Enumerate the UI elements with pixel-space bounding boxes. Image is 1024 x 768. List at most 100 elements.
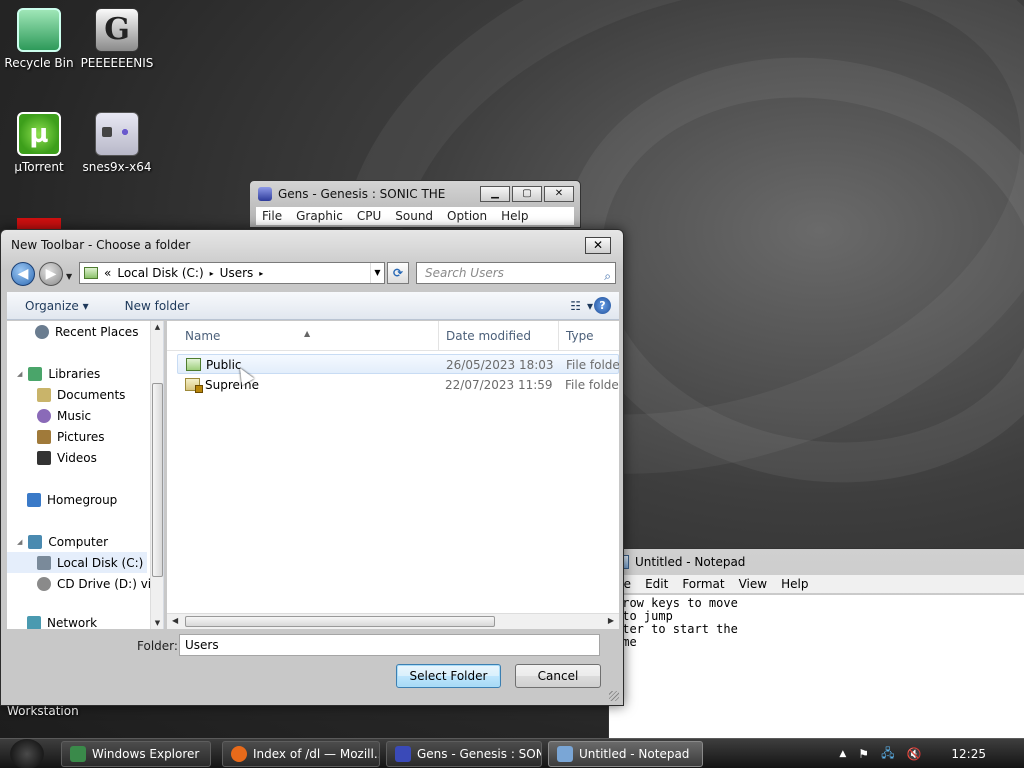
nav-item-libraries[interactable]: ◢ Libraries	[17, 363, 157, 384]
nav-item-cd-drive[interactable]: CD Drive (D:) virt	[37, 573, 163, 594]
notepad-window[interactable]: Untitled - Notepad ile Edit Format View …	[608, 548, 1024, 748]
network-icon[interactable]: 🖧	[881, 744, 894, 765]
column-header-name[interactable]: Name	[185, 329, 220, 343]
homegroup-icon	[27, 492, 41, 507]
notepad-text-area[interactable]: rrow keys to move to jump nter to start …	[609, 595, 1024, 747]
nav-item-music[interactable]: Music	[37, 405, 163, 426]
expand-arrow-icon: ◢	[17, 537, 23, 546]
search-input[interactable]: Search Users ⌕	[416, 262, 616, 284]
help-button[interactable]: ?	[594, 297, 611, 314]
show-hidden-icons-button[interactable]: ▲	[839, 749, 846, 759]
dialog-close-button[interactable]: ✕	[585, 237, 611, 254]
desktop-icon-workstation-label[interactable]: Workstation	[7, 704, 79, 718]
gens-app-icon	[395, 746, 411, 762]
column-divider[interactable]	[438, 321, 439, 351]
notepad-menu-view[interactable]: View	[739, 575, 767, 593]
recent-pages-dropdown[interactable]: ▼	[66, 272, 72, 281]
gens-menu-help[interactable]: Help	[501, 207, 528, 225]
column-header-date-modified[interactable]: Date modified	[446, 329, 531, 343]
scrollbar-thumb[interactable]	[185, 616, 495, 627]
nav-item-videos[interactable]: Videos	[37, 447, 163, 468]
taskbar-item-gens[interactable]: Gens - Genesis : SON...	[386, 741, 542, 767]
address-overflow-chevron[interactable]: «	[104, 266, 111, 280]
scroll-up-icon[interactable]: ▲	[151, 323, 163, 331]
gens-window-controls: ▁ ▢ ✕	[480, 186, 574, 202]
scroll-right-icon[interactable]: ▶	[608, 616, 614, 625]
notepad-menu-format[interactable]: Format	[682, 575, 724, 593]
locked-folder-icon	[185, 378, 203, 393]
column-divider[interactable]	[558, 321, 559, 351]
nav-item-computer[interactable]: ◢ Computer	[17, 531, 157, 552]
organize-button[interactable]: Organize ▾	[7, 299, 107, 313]
resize-grip[interactable]	[609, 691, 619, 701]
nav-item-label: Pictures	[57, 429, 105, 444]
nav-item-label: Local Disk (C:)	[57, 555, 144, 570]
desktop-icon-label: snes9x-x64	[82, 160, 152, 174]
nav-item-label: Documents	[57, 387, 126, 402]
address-separator-icon[interactable]: ▸	[259, 269, 263, 278]
address-crumb-users[interactable]: Users	[220, 266, 254, 280]
address-separator-icon[interactable]: ▸	[210, 269, 214, 278]
desktop-icon-label: PEEEEEENIS	[80, 56, 154, 70]
file-date: 26/05/2023 18:03	[446, 358, 554, 372]
desktop-icon-snes9x[interactable]: snes9x-x64	[78, 112, 156, 174]
taskbar-item-label: Windows Explorer	[92, 747, 200, 761]
folder-content-pane: ▲ Name Date modified Type Public 26/05/2…	[167, 321, 619, 629]
start-button[interactable]	[10, 739, 44, 768]
folder-name-field[interactable]: Users	[179, 634, 600, 656]
volume-muted-icon[interactable]: 🔇	[906, 747, 921, 761]
scroll-down-icon[interactable]: ▼	[151, 619, 163, 627]
gens-menu-cpu[interactable]: CPU	[357, 207, 381, 225]
scroll-left-icon[interactable]: ◀	[172, 616, 178, 625]
gens-title-bar[interactable]: Gens - Genesis : SONIC THE	[258, 187, 445, 201]
desktop-icon-utorrent[interactable]: µ µTorrent	[0, 112, 78, 174]
nav-item-homegroup[interactable]: Homegroup	[27, 489, 163, 510]
scrollbar-thumb[interactable]	[152, 383, 163, 577]
taskbar-item-notepad[interactable]: Untitled - Notepad	[548, 741, 703, 767]
new-folder-button[interactable]: New folder	[107, 299, 208, 313]
taskbar-item-windows-explorer[interactable]: Windows Explorer	[61, 741, 211, 767]
maximize-button[interactable]: ▢	[512, 186, 542, 202]
refresh-button[interactable]: ⟳	[387, 262, 409, 284]
cancel-button[interactable]: Cancel	[515, 664, 601, 688]
desktop-icon-gens[interactable]: G PEEEEEENIS	[78, 8, 156, 70]
minimize-button[interactable]: ▁	[480, 186, 510, 202]
gens-menu-file[interactable]: File	[262, 207, 282, 225]
nav-item-label: Recent Places	[55, 324, 139, 339]
notepad-menu-edit[interactable]: Edit	[645, 575, 668, 593]
desktop-icon-recycle-bin[interactable]: Recycle Bin	[0, 8, 78, 70]
gens-app-icon	[258, 187, 272, 201]
address-dropdown-icon[interactable]: ▼	[370, 263, 384, 283]
column-header-type[interactable]: Type	[566, 329, 594, 343]
forward-button[interactable]: ▶	[39, 262, 63, 286]
nav-pane-scrollbar[interactable]: ▲ ▼	[150, 321, 163, 629]
content-horizontal-scrollbar[interactable]: ◀ ▶	[167, 613, 619, 629]
nav-item-network[interactable]: Network	[27, 612, 163, 630]
arrow-right-icon: ▶	[45, 266, 57, 282]
gens-menu-option[interactable]: Option	[447, 207, 487, 225]
gens-menu-graphic[interactable]: Graphic	[296, 207, 343, 225]
clock[interactable]: 12:25	[951, 747, 986, 761]
nav-item-label: CD Drive (D:) virt	[57, 576, 161, 591]
taskbar-item-firefox[interactable]: Index of /dl — Mozill...	[222, 741, 380, 767]
folder-label: Folder:	[137, 639, 178, 653]
notepad-menu-help[interactable]: Help	[781, 575, 808, 593]
close-button[interactable]: ✕	[544, 186, 574, 202]
gens-menu-sound[interactable]: Sound	[395, 207, 433, 225]
nav-item-label: Network	[47, 615, 98, 630]
nav-item-documents[interactable]: Documents	[37, 384, 163, 405]
nav-item-recent-places[interactable]: Recent Places	[35, 321, 163, 342]
gens-window[interactable]: Gens - Genesis : SONIC THE ▁ ▢ ✕ File Gr…	[249, 180, 581, 228]
nav-item-pictures[interactable]: Pictures	[37, 426, 163, 447]
notepad-title-bar[interactable]: Untitled - Notepad	[615, 555, 745, 569]
address-bar[interactable]: « Local Disk (C:) ▸ Users ▸ ▼	[79, 262, 385, 284]
search-icon[interactable]: ⌕	[604, 266, 611, 286]
select-folder-button[interactable]: Select Folder	[396, 664, 501, 688]
file-type: File folder	[566, 358, 619, 372]
navigation-pane: Recent Places ◢ Libraries Documents Musi…	[7, 321, 164, 629]
taskbar-item-label: Index of /dl — Mozill...	[253, 747, 380, 761]
action-center-flag-icon[interactable]: ⚑	[858, 747, 869, 761]
address-crumb-local-disk[interactable]: Local Disk (C:)	[117, 266, 203, 280]
nav-item-local-disk[interactable]: Local Disk (C:)	[7, 552, 147, 573]
back-button[interactable]: ◀	[11, 262, 35, 286]
